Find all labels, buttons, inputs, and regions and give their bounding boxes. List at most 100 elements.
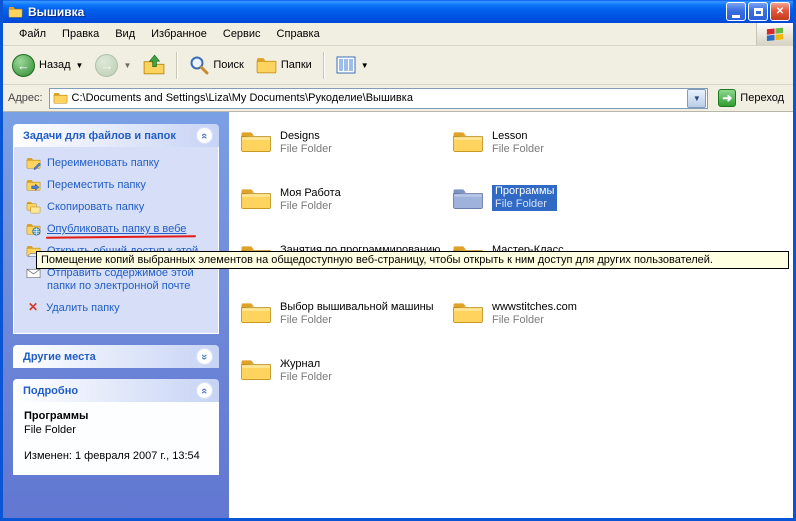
menu-help[interactable]: Справка <box>269 25 328 43</box>
views-dropdown-icon: ▼ <box>361 61 369 70</box>
maximize-button[interactable] <box>748 2 768 21</box>
forward-button[interactable]: → ▼ <box>90 50 136 81</box>
folders-icon <box>256 56 277 75</box>
window-title: Вышивка <box>28 5 726 19</box>
tooltip: Помещение копий выбранных элементов на о… <box>36 251 789 269</box>
task-label: Удалить папку <box>46 301 120 315</box>
folder-item-moya-rabota[interactable]: Моя РаботаFile Folder <box>239 185 341 242</box>
menu-tools[interactable]: Сервис <box>215 25 269 43</box>
red-annotation-line <box>46 235 196 239</box>
other-places-title: Другие места <box>23 351 96 363</box>
address-folder-icon <box>53 91 68 105</box>
file-name: Выбор вышивальной машины <box>280 301 434 314</box>
toolbar-separator <box>323 52 325 79</box>
details-header[interactable]: Подробно « <box>13 379 219 402</box>
file-tasks-title: Задачи для файлов и папок <box>23 130 176 142</box>
go-icon: ➜ <box>718 89 736 107</box>
task-label: Скопировать папку <box>47 200 144 214</box>
file-tasks-header[interactable]: Задачи для файлов и папок « <box>13 124 219 147</box>
details-title: Подробно <box>23 385 78 397</box>
menu-file[interactable]: Файл <box>11 25 54 43</box>
file-type: File Folder <box>280 200 341 213</box>
folder-item-programmy[interactable]: ПрограммыFile Folder <box>451 185 557 242</box>
file-name: Lesson <box>492 130 544 143</box>
task-label: Переместить папку <box>47 178 146 192</box>
file-type: File Folder <box>492 314 577 327</box>
back-button[interactable]: ← Назад ▼ <box>7 50 88 81</box>
folder-item-zhurnal[interactable]: ЖурналFile Folder <box>239 356 332 413</box>
menu-view[interactable]: Вид <box>107 25 143 43</box>
up-button[interactable] <box>138 50 170 80</box>
file-type: File Folder <box>495 198 554 211</box>
folder-icon <box>451 185 485 212</box>
delete-icon: ✕ <box>26 301 40 313</box>
task-email-folder[interactable]: Отправить содержимое этой папки по элект… <box>26 266 214 293</box>
views-button[interactable]: ▼ <box>331 51 374 79</box>
back-label: Назад <box>39 59 71 71</box>
folder-icon <box>239 356 273 383</box>
address-dropdown-button[interactable]: ▼ <box>687 89 706 108</box>
other-places-header[interactable]: Другие места » <box>13 345 219 368</box>
forward-dropdown-icon: ▼ <box>123 61 131 70</box>
window-folder-icon <box>8 5 23 19</box>
panel-file-tasks: Задачи для файлов и папок « Переименоват… <box>13 124 219 334</box>
folder-item-wwwstitches[interactable]: wwwstitches.comFile Folder <box>451 299 577 356</box>
search-button[interactable]: Поиск <box>184 51 248 79</box>
back-icon: ← <box>12 54 35 77</box>
task-pane: Задачи для файлов и папок « Переименоват… <box>3 112 229 518</box>
task-delete-folder[interactable]: ✕ Удалить папку <box>26 301 214 315</box>
file-tasks-body: Переименовать папку Переместить папку <box>13 147 219 334</box>
folders-button[interactable]: Папки <box>251 52 317 79</box>
folder-item-vybor-mashiny[interactable]: Выбор вышивальной машиныFile Folder <box>239 299 434 356</box>
task-move-folder[interactable]: Переместить папку <box>26 178 214 192</box>
address-path: C:\Documents and Settings\Liza\My Docume… <box>72 92 684 104</box>
task-label: Переименовать папку <box>47 156 159 170</box>
folder-icon <box>451 299 485 326</box>
up-folder-icon <box>143 54 165 76</box>
go-label: Переход <box>740 92 784 104</box>
file-type: File Folder <box>492 143 544 156</box>
address-bar: Адрес: C:\Documents and Settings\Liza\My… <box>3 85 793 112</box>
details-body: Программы File Folder Изменен: 1 февраля… <box>13 402 219 475</box>
close-icon: ✕ <box>776 6 784 17</box>
folder-icon <box>239 299 273 326</box>
windows-logo-icon <box>756 23 793 45</box>
address-label: Адрес: <box>8 92 43 104</box>
go-button[interactable]: ➜ Переход <box>714 87 788 109</box>
file-name: Designs <box>280 130 332 143</box>
task-copy-folder[interactable]: Скопировать папку <box>26 200 214 214</box>
folder-icon <box>239 128 273 155</box>
back-dropdown-icon: ▼ <box>76 61 84 70</box>
publish-folder-icon <box>26 222 41 236</box>
panel-details: Подробно « Программы File Folder Изменен… <box>13 379 219 475</box>
menu-edit[interactable]: Правка <box>54 25 107 43</box>
task-rename-folder[interactable]: Переименовать папку <box>26 156 214 170</box>
menu-favorites[interactable]: Избранное <box>143 25 215 43</box>
task-publish-folder-web[interactable]: Опубликовать папку в вебе <box>26 222 214 236</box>
search-label: Поиск <box>213 59 243 71</box>
minimize-icon <box>732 15 740 18</box>
folder-item-designs[interactable]: DesignsFile Folder <box>239 128 332 185</box>
file-name: Программы <box>495 185 554 198</box>
address-input[interactable]: C:\Documents and Settings\Liza\My Docume… <box>49 88 709 109</box>
folder-icon <box>451 128 485 155</box>
copy-folder-icon <box>26 200 41 214</box>
file-list: DesignsFile Folder LessonFile Folder Моя… <box>229 112 793 518</box>
folder-item-lesson[interactable]: LessonFile Folder <box>451 128 544 185</box>
chevron-up-icon[interactable]: « <box>196 127 213 144</box>
file-name: wwwstitches.com <box>492 301 577 314</box>
panel-other-places: Другие места » <box>13 345 219 368</box>
file-type: File Folder <box>280 143 332 156</box>
minimize-button[interactable] <box>726 2 746 21</box>
file-name: Моя Работа <box>280 187 341 200</box>
move-folder-icon <box>26 178 41 192</box>
chevron-down-icon[interactable]: » <box>196 348 213 365</box>
maximize-icon <box>754 8 763 16</box>
close-button[interactable]: ✕ <box>770 2 790 21</box>
task-label: Опубликовать папку в вебе <box>47 222 186 236</box>
chevron-up-icon[interactable]: « <box>196 382 213 399</box>
toolbar-separator <box>176 52 178 79</box>
explorer-window: Вышивка ✕ Файл Правка Вид Избранное Серв… <box>0 0 796 521</box>
menu-bar: Файл Правка Вид Избранное Сервис Справка <box>3 23 793 46</box>
details-item-name: Программы <box>24 410 208 422</box>
